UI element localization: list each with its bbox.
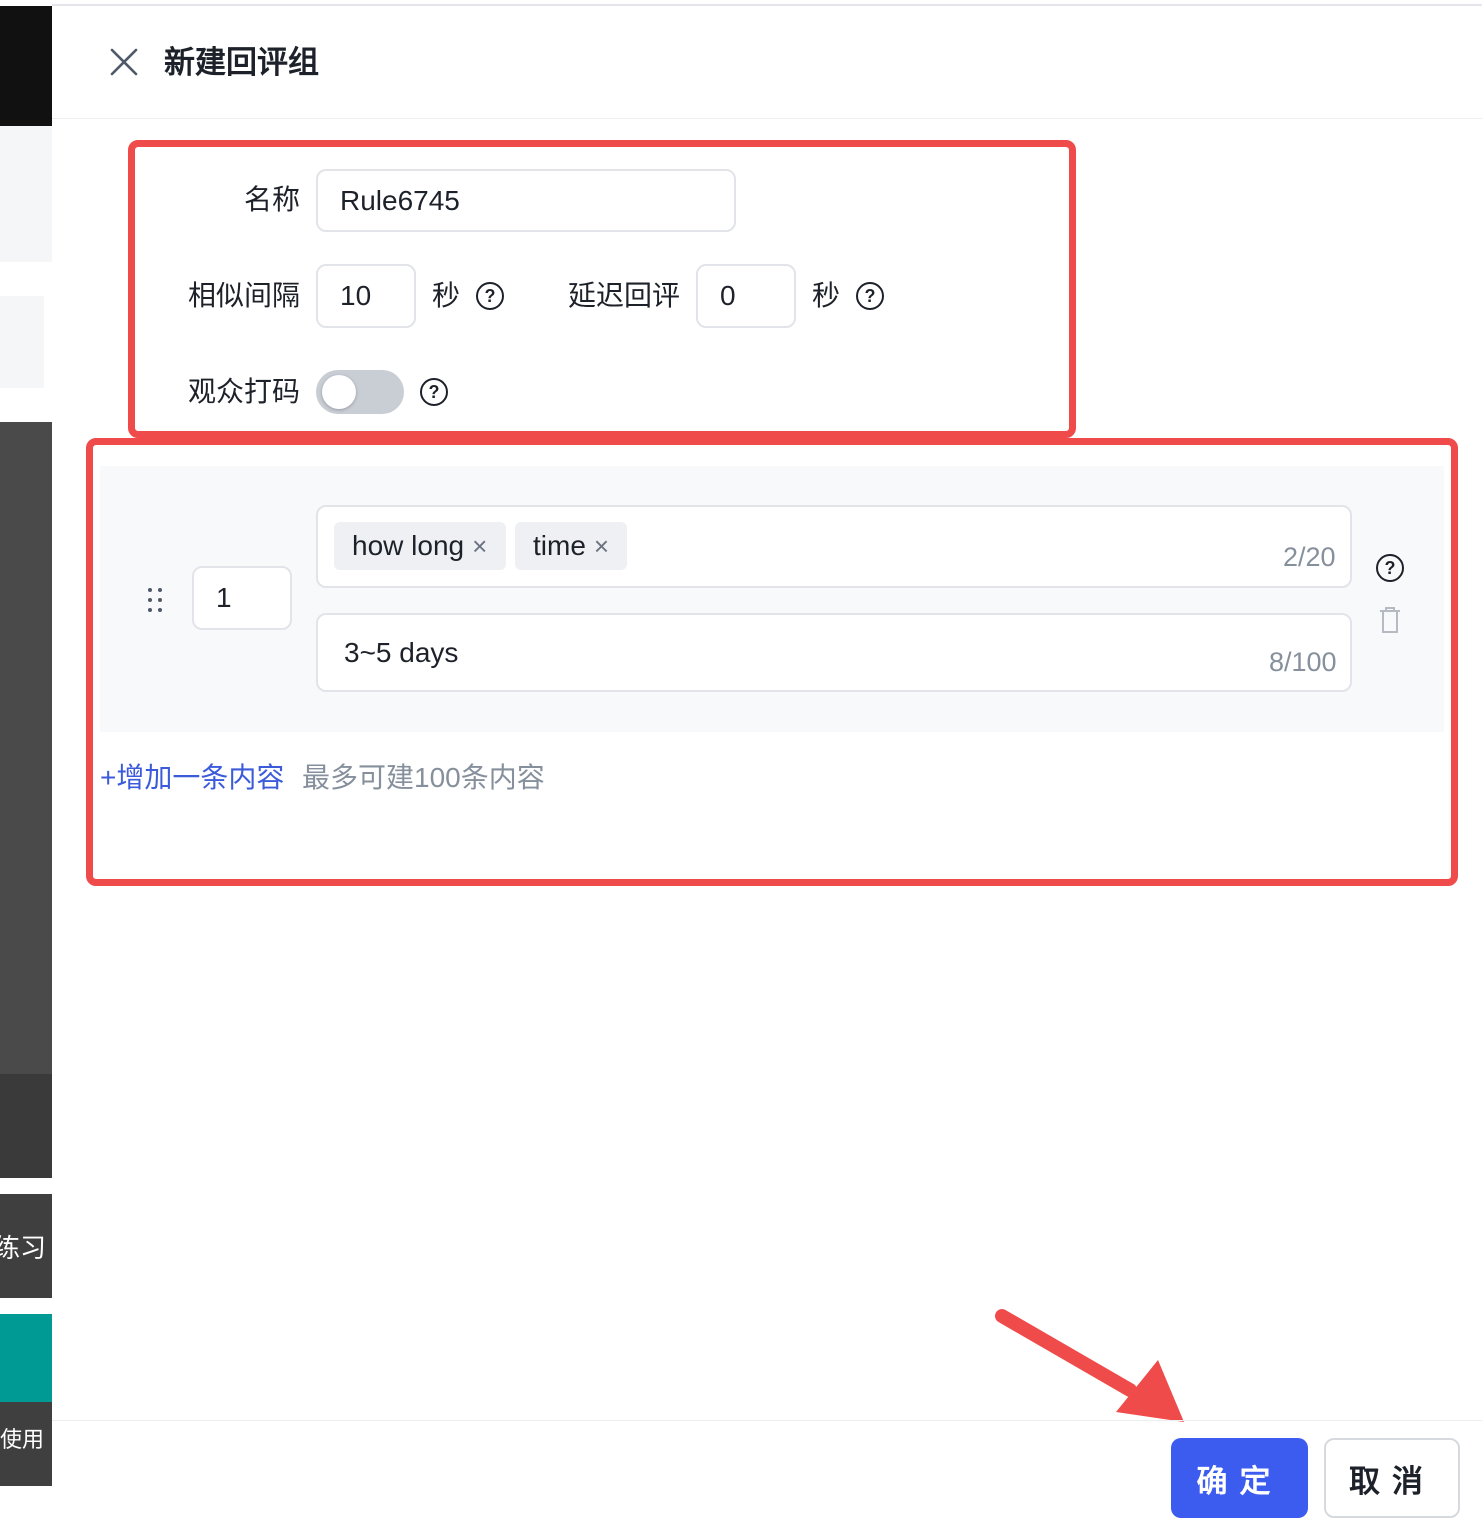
bg-practice-label: 练习 [0, 1233, 47, 1263]
annotation-box-settings [128, 140, 1076, 438]
bg-use-label: 使用 [0, 1427, 45, 1452]
bg-strip-light [0, 126, 52, 262]
bg-strip-light-2 [0, 296, 44, 388]
annotation-arrow [990, 1300, 1190, 1424]
drawer-top-border [52, 4, 1482, 6]
header-divider [52, 118, 1482, 119]
annotation-box-items [86, 438, 1458, 886]
drawer-title: 新建回评组 [164, 45, 319, 80]
bg-strip-darker [0, 1074, 52, 1178]
bg-strip-top [0, 6, 52, 126]
confirm-button[interactable]: 确定 [1171, 1438, 1308, 1518]
close-icon[interactable] [108, 46, 140, 78]
bg-strip-use: 使用 [0, 1402, 52, 1486]
bg-strip-practice: 练习 [0, 1194, 52, 1298]
bg-strip-teal [0, 1314, 52, 1402]
footer-divider [52, 1420, 1482, 1421]
bg-strip-dark [0, 422, 52, 1074]
cancel-button[interactable]: 取消 [1324, 1438, 1460, 1518]
